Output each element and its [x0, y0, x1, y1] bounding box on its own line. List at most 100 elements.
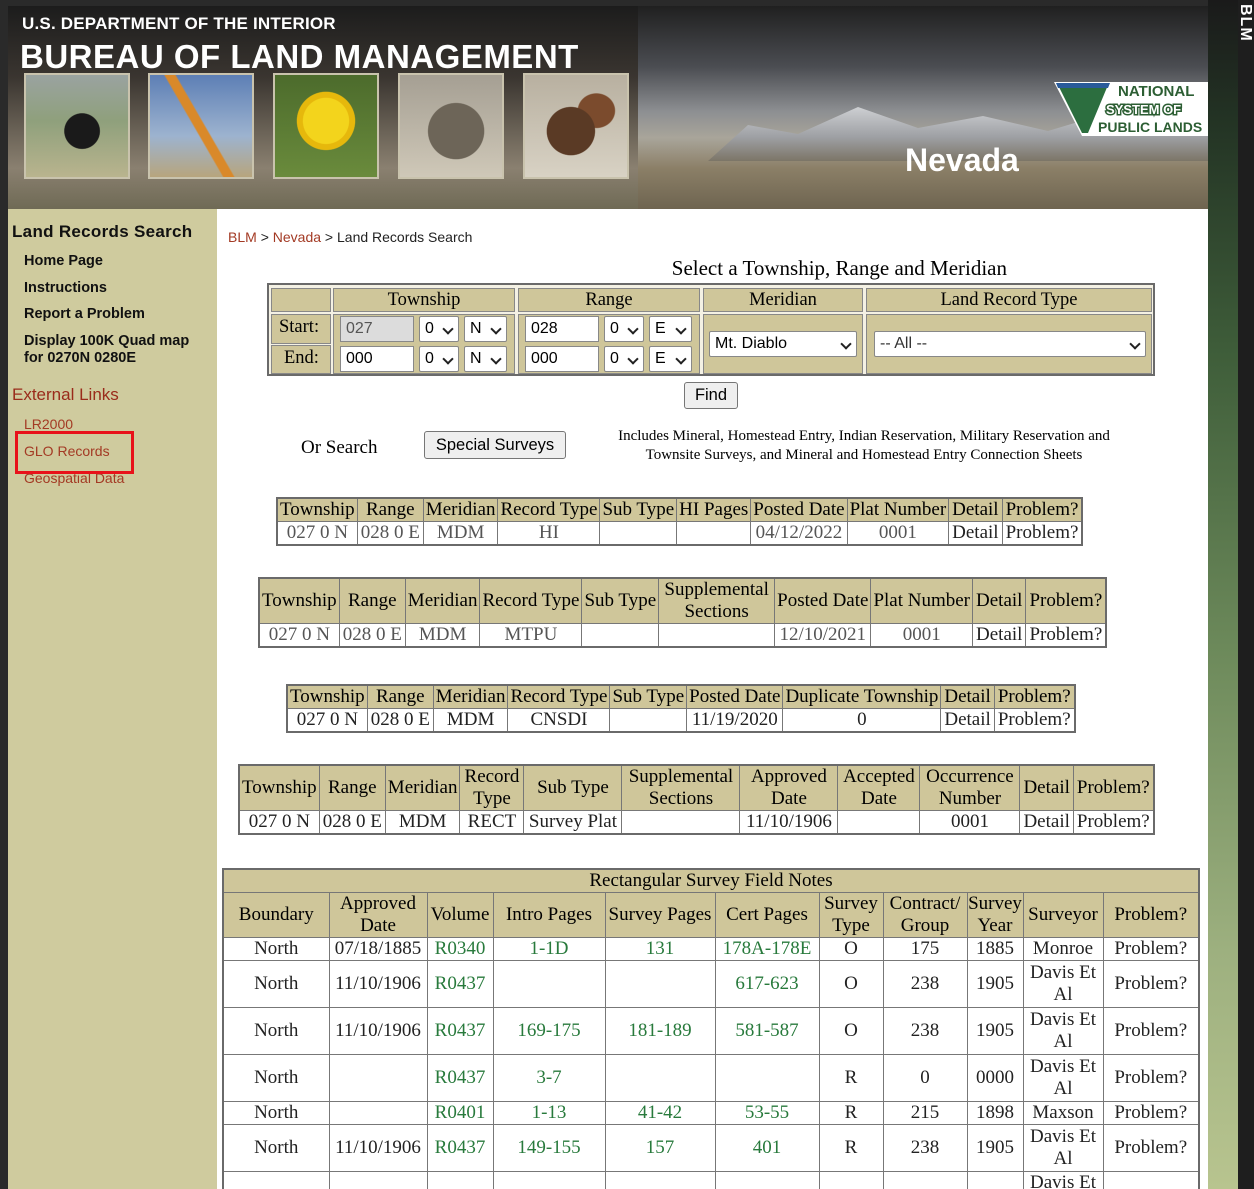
special-surveys-description: Includes Mineral, Homestead Entry, India… — [618, 428, 1110, 463]
end-township-frac-select[interactable]: 0 — [419, 346, 459, 372]
cell-approved-date: 11/10/1906 — [328, 1007, 428, 1055]
breadcrumb-nevada[interactable]: Nevada — [273, 229, 321, 245]
cell-township: 027 0 N — [276, 521, 358, 546]
problem-link[interactable]: Problem? — [993, 708, 1076, 733]
problem-link[interactable]: Problem? — [1102, 1054, 1200, 1102]
end-range-dir-select[interactable]: E — [649, 346, 692, 372]
start-range-input[interactable]: 028 — [525, 316, 599, 342]
problem-link[interactable]: Problem? — [1102, 1124, 1200, 1172]
breadcrumb-blm[interactable]: BLM — [228, 229, 257, 245]
start-range-frac-select[interactable]: 0 — [604, 316, 644, 342]
end-range-frac-select[interactable]: 0 — [604, 346, 644, 372]
problem-link[interactable]: Problem? — [1102, 1101, 1200, 1125]
col-meridian: Meridian — [422, 497, 499, 522]
cell-accepted-date — [837, 810, 921, 835]
table-row: 027 0 N 028 0 E MDM MTPU 12/10/2021 0001… — [258, 623, 1107, 648]
breadcrumb-current: Land Records Search — [337, 229, 473, 245]
sidebar-item-quad-map-sub[interactable]: for 0270N 0280E — [24, 350, 136, 366]
cell-survey-type — [818, 1171, 884, 1189]
survey-pages-link[interactable]: 157 — [604, 1124, 716, 1172]
record-type-select[interactable]: -- All -- — [874, 331, 1146, 357]
volume-link[interactable]: R0340 — [426, 937, 494, 961]
intro-pages-link[interactable]: 1-1D — [492, 937, 606, 961]
cell-duplicate-township: 0 — [782, 708, 942, 733]
survey-pages-link[interactable] — [604, 1171, 716, 1189]
special-surveys-button[interactable]: Special Surveys — [424, 431, 566, 459]
problem-link[interactable]: Problem? — [1072, 810, 1155, 835]
start-range-dir-select[interactable]: E — [649, 316, 692, 342]
col-intro-pages: Intro Pages — [492, 892, 606, 938]
start-township-input[interactable]: 027 — [340, 316, 414, 342]
problem-link[interactable]: Problem? — [1102, 937, 1200, 961]
detail-link[interactable]: Detail — [1019, 810, 1074, 835]
cert-pages-link[interactable]: 401 — [714, 1124, 820, 1172]
problem-link[interactable]: Problem? — [1102, 960, 1200, 1008]
cell-contract-group: 215 — [882, 1101, 968, 1125]
cert-pages-link[interactable]: 53-55 — [714, 1101, 820, 1125]
sidebar-item-report-problem[interactable]: Report a Problem — [24, 306, 145, 322]
survey-pages-link[interactable] — [604, 1054, 716, 1102]
link-lr2000[interactable]: LR2000 — [24, 416, 73, 432]
result-table-hi: Township Range Meridian Record Type Sub … — [276, 497, 1084, 546]
survey-pages-link[interactable]: 41-42 — [604, 1101, 716, 1125]
detail-link[interactable]: Detail — [948, 521, 1003, 546]
cert-pages-link[interactable]: 178A-178E — [714, 937, 820, 961]
col-posted-date: Posted Date — [686, 684, 784, 709]
intro-pages-link[interactable] — [492, 1171, 606, 1189]
meridian-select[interactable]: Mt. Diablo — [709, 331, 857, 357]
cell-township: 027 0 N — [258, 623, 340, 648]
sidebar-item-home[interactable]: Home Page — [24, 253, 103, 269]
col-problem: Problem? — [1072, 764, 1155, 811]
col-detail: Detail — [948, 497, 1003, 522]
detail-link[interactable]: Detail — [972, 623, 1027, 648]
cell-meridian: MDM — [404, 623, 481, 648]
survey-pages-link[interactable]: 181-189 — [604, 1007, 716, 1055]
start-township-dir-select[interactable]: N — [464, 316, 507, 342]
end-township-dir-select[interactable]: N — [464, 346, 507, 372]
volume-link[interactable] — [426, 1171, 494, 1189]
volume-link[interactable]: R0437 — [426, 1007, 494, 1055]
intro-pages-link[interactable] — [492, 960, 606, 1008]
survey-pages-link[interactable]: 131 — [604, 937, 716, 961]
find-button[interactable]: Find — [684, 382, 738, 409]
intro-pages-link[interactable]: 169-175 — [492, 1007, 606, 1055]
cert-pages-link[interactable] — [714, 1171, 820, 1189]
problem-link[interactable]: Problem? — [1025, 623, 1107, 648]
cell-range: 028 0 E — [318, 810, 386, 835]
national-system-public-lands-logo[interactable]: NATIONAL SYSTEM OF PUBLIC LANDS — [1048, 78, 1208, 138]
col-record-type: Record Type — [459, 764, 525, 811]
cattle-photo — [24, 73, 130, 179]
end-range-input[interactable]: 000 — [525, 346, 599, 372]
intro-pages-link[interactable]: 1-13 — [492, 1101, 606, 1125]
cert-pages-link[interactable] — [714, 1054, 820, 1102]
detail-link[interactable]: Detail — [940, 708, 995, 733]
cert-pages-link[interactable]: 617-623 — [714, 960, 820, 1008]
problem-link[interactable]: Problem? — [1102, 1007, 1200, 1055]
or-search-label: Or Search — [301, 437, 378, 458]
cell-record-type: MTPU — [479, 623, 583, 648]
cell-plat-number: 0001 — [846, 521, 950, 546]
problem-link[interactable] — [1102, 1171, 1200, 1189]
cell-approved-date: 11/10/1906 — [328, 960, 428, 1008]
volume-link[interactable]: R0437 — [426, 1054, 494, 1102]
bureau-title[interactable]: BUREAU OF LAND MANAGEMENT — [20, 38, 579, 76]
start-township-frac-select[interactable]: 0 — [419, 316, 459, 342]
end-township-input[interactable]: 000 — [340, 346, 414, 372]
col-posted-date: Posted Date — [774, 577, 872, 624]
survey-pages-link[interactable] — [604, 960, 716, 1008]
tortoise-photo — [398, 73, 504, 179]
sidebar-item-instructions[interactable]: Instructions — [24, 280, 107, 296]
volume-link[interactable]: R0401 — [426, 1101, 494, 1125]
problem-link[interactable]: Problem? — [1001, 521, 1083, 546]
sidebar-item-quad-map[interactable]: Display 100K Quad map — [24, 333, 189, 349]
intro-pages-link[interactable]: 149-155 — [492, 1124, 606, 1172]
intro-pages-link[interactable]: 3-7 — [492, 1054, 606, 1102]
table-row: 027 0 N 028 0 E MDM CNSDI 11/19/2020 0 D… — [286, 708, 1076, 733]
volume-link[interactable]: R0437 — [426, 1124, 494, 1172]
volume-link[interactable]: R0437 — [426, 960, 494, 1008]
cert-pages-link[interactable]: 581-587 — [714, 1007, 820, 1055]
col-supplemental-sections: Supplemental Sections — [658, 577, 776, 624]
cell-meridian: MDM — [384, 810, 461, 835]
col-sub-type: Sub Type — [599, 497, 678, 522]
cell-hi-pages — [676, 521, 752, 546]
